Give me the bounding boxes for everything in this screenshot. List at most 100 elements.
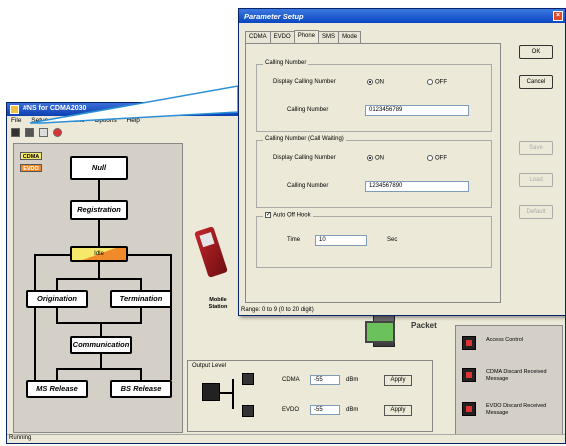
packet-server-icon	[365, 311, 409, 351]
time-field[interactable]: 10	[315, 235, 367, 246]
tab-cdma[interactable]: CDMA	[245, 31, 271, 43]
close-icon[interactable]: ×	[553, 11, 563, 21]
calling-number-off-radio[interactable]: OFF	[427, 79, 447, 86]
app-icon	[10, 105, 19, 114]
load-button[interactable]: Load	[519, 173, 553, 187]
evdo-apply-button[interactable]: Apply	[384, 405, 412, 416]
connector	[232, 379, 234, 409]
calling-number-group-title: Calling Number	[263, 60, 309, 66]
menu-options[interactable]: Options	[94, 117, 116, 124]
calling-number-label: Calling Number	[287, 107, 329, 113]
cdma-output-icon	[242, 373, 254, 385]
cancel-button[interactable]: Cancel	[519, 75, 553, 89]
display-calling-number-label: Display Calling Number	[273, 79, 336, 85]
evdo-output-unit: dBm	[346, 407, 359, 413]
toolbar	[11, 128, 65, 138]
save-button[interactable]: Save	[519, 141, 553, 155]
checkbox-check-icon: ✓	[265, 212, 272, 218]
toolbar-stop-icon[interactable]	[24, 128, 34, 137]
connector	[34, 254, 70, 256]
radio-dot	[427, 79, 433, 85]
state-termination[interactable]: Termination	[110, 290, 172, 308]
cdma-apply-button[interactable]: Apply	[384, 375, 412, 386]
toolbar-settings-icon[interactable]	[38, 128, 48, 137]
state-null[interactable]: Null	[70, 156, 128, 180]
simulator-title: #NS for CDMA2030	[23, 105, 87, 112]
evdo-output-spinner[interactable]: -55	[310, 405, 340, 415]
tab-strip: CDMA EVDO Phone SMS Mode	[245, 30, 362, 43]
state-registration[interactable]: Registration	[70, 200, 128, 220]
connector	[140, 278, 142, 290]
menu-setup[interactable]: Setup	[31, 117, 48, 124]
connector	[56, 368, 142, 370]
cdma-badge: CDMA	[20, 152, 42, 160]
connector	[140, 308, 142, 322]
radio-on-label: ON	[375, 79, 384, 86]
radio-dot	[367, 79, 373, 85]
state-bs-release[interactable]: BS Release	[110, 380, 172, 398]
cdma-discard-icon[interactable]	[462, 368, 476, 382]
state-communication[interactable]: Communication	[70, 336, 132, 354]
output-level-group: Output Level CDMA -55 dBm Apply EVDO -55…	[187, 360, 433, 432]
access-control-label: Access Control	[486, 337, 523, 343]
auto-off-hook-label: Auto Off Hook	[273, 212, 311, 219]
radio-dot	[427, 155, 433, 161]
state-ms-release[interactable]: MS Release	[26, 380, 88, 398]
connector	[170, 254, 172, 380]
time-label: Time	[287, 237, 301, 243]
tab-evdo[interactable]: EVDO	[269, 31, 295, 43]
state-origination[interactable]: Origination	[26, 290, 88, 308]
tab-sms[interactable]: SMS	[318, 31, 340, 43]
calling-number-waiting-on-radio[interactable]: ON	[367, 155, 384, 162]
connector	[98, 220, 100, 246]
radio-off-label: OFF	[435, 79, 447, 86]
auto-off-hook-checkbox[interactable]: ✓ Auto Off Hook	[263, 212, 313, 219]
evdo-output-label: EVDO	[282, 407, 300, 413]
default-button[interactable]: Default	[519, 205, 553, 219]
dialog-status-text: Range: 0 to 9 (0 to 20 digit)	[241, 307, 314, 313]
connector	[56, 278, 58, 290]
mobile-phone-icon	[194, 226, 228, 278]
calling-number-waiting-off-radio[interactable]: OFF	[427, 155, 447, 162]
dialog-title-bar: Parameter Setup	[239, 9, 565, 23]
evdo-output-icon	[242, 405, 254, 417]
display-calling-number-waiting-label: Display Calling Number	[273, 155, 336, 161]
menu-help[interactable]: Help	[127, 117, 140, 124]
tab-mode[interactable]: Mode	[338, 31, 362, 43]
toolbar-record-icon[interactable]	[52, 128, 62, 137]
monitor-icon	[365, 321, 395, 343]
cdma-output-label: CDMA	[282, 377, 300, 383]
calling-number-waiting-group: Calling Number (Call Waiting) Display Ca…	[256, 136, 492, 208]
toolbar-start-icon[interactable]	[11, 128, 20, 137]
calling-number-on-radio[interactable]: ON	[367, 79, 384, 86]
connector	[98, 180, 100, 200]
output-level-title: Output Level	[192, 363, 227, 369]
radio-on-label: ON	[375, 155, 384, 162]
cdma-output-spinner[interactable]: -55	[310, 375, 340, 385]
access-control-icon[interactable]	[462, 336, 476, 350]
calling-number-waiting-field[interactable]: 1234567890	[365, 181, 469, 192]
radio-dot	[367, 155, 373, 161]
evdo-discard-label: EVDO Discard Received Message	[486, 403, 547, 416]
cdma-output-unit: dBm	[346, 377, 359, 383]
menu-sessions[interactable]: Sessions	[58, 117, 84, 124]
phone-tab-panel: Calling Number Display Calling Number ON…	[245, 43, 501, 303]
evdo-discard-icon[interactable]	[462, 402, 476, 416]
connector	[34, 254, 36, 380]
auto-off-hook-group: ✓ Auto Off Hook Time 10 Sec	[256, 212, 492, 268]
phone-screen	[199, 232, 215, 248]
calling-number-field[interactable]: 0123456789	[365, 105, 469, 116]
state-idle[interactable]: Idle	[70, 246, 128, 262]
menu-file[interactable]: File	[11, 117, 21, 124]
connector	[56, 368, 58, 380]
call-flow-panel: CDMA EVDO Null Registration Idle Origina…	[13, 143, 183, 433]
tab-phone[interactable]: Phone	[293, 30, 320, 43]
cdma-discard-label: CDMA Discard Received Message	[486, 369, 547, 382]
connector	[100, 322, 102, 336]
ok-button[interactable]: OK	[519, 45, 553, 59]
connector	[100, 354, 102, 368]
dialog-title: Parameter Setup	[244, 12, 304, 21]
calling-number-waiting-title: Calling Number (Call Waiting)	[263, 136, 346, 142]
parameter-setup-dialog: Parameter Setup × CDMA EVDO Phone SMS Mode C…	[238, 8, 566, 316]
connector	[56, 278, 142, 280]
